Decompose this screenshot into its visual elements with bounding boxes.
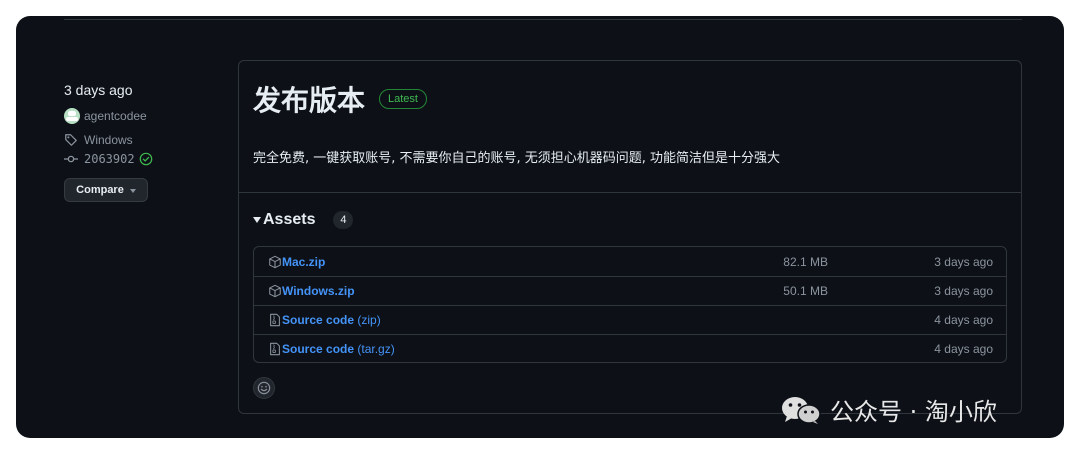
verified-check-icon: [139, 152, 152, 166]
asset-row[interactable]: Windows.zip 50.1 MB 3 days ago: [254, 276, 1006, 305]
package-icon: [269, 255, 281, 268]
wechat-watermark: 公众号 · 淘小欣: [780, 392, 997, 427]
asset-link[interactable]: Mac.zip: [282, 255, 325, 269]
asset-suffix[interactable]: (tar.gz): [354, 342, 394, 356]
asset-link[interactable]: Windows.zip: [282, 284, 355, 298]
assets-count-badge: 4: [333, 211, 354, 229]
asset-suffix[interactable]: (zip): [354, 313, 380, 327]
release-date: 3 days ago: [64, 82, 133, 98]
chevron-down-icon: [129, 188, 136, 193]
add-reaction-button[interactable]: [253, 377, 275, 399]
assets-toggle[interactable]: Assets 4: [253, 211, 354, 229]
asset-name[interactable]: Windows.zip: [282, 284, 355, 298]
asset-date: 3 days ago: [934, 254, 993, 269]
asset-link[interactable]: Source code (zip): [282, 313, 381, 327]
asset-size: 50.1 MB: [783, 284, 828, 298]
asset-row[interactable]: Mac.zip 82.1 MB 3 days ago: [254, 247, 1006, 276]
divider: [239, 192, 1021, 193]
asset-name[interactable]: Source code: [282, 342, 354, 356]
asset-link[interactable]: Source code (tar.gz): [282, 342, 395, 356]
release-title[interactable]: 发布版本: [253, 79, 365, 119]
avatar: [64, 108, 80, 124]
author-row[interactable]: agentcodee: [64, 108, 147, 124]
wechat-icon: [782, 396, 821, 424]
compare-button[interactable]: Compare: [64, 178, 148, 202]
triangle-down-icon: [253, 217, 261, 223]
package-icon: [269, 284, 281, 298]
commit-row[interactable]: 2063902: [64, 152, 153, 166]
asset-size: 82.1 MB: [783, 254, 828, 269]
latest-badge: Latest: [379, 89, 427, 109]
file-zip-icon: [270, 342, 280, 356]
assets-list: Mac.zip 82.1 MB 3 days ago Windows.zip 5…: [253, 246, 1007, 363]
commit-hash[interactable]: 2063902: [84, 152, 135, 166]
file-zip-icon: [270, 313, 280, 327]
asset-name[interactable]: Source code: [282, 313, 354, 327]
tag-name[interactable]: Windows: [84, 133, 133, 147]
compare-label: Compare: [76, 184, 124, 196]
asset-name[interactable]: Mac.zip: [282, 255, 325, 269]
asset-date: 4 days ago: [934, 313, 993, 327]
commit-icon: [64, 155, 78, 163]
asset-row[interactable]: Source code (tar.gz) 4 days ago: [254, 334, 1006, 363]
author-name[interactable]: agentcodee: [84, 109, 147, 123]
release-card: 发布版本 Latest 完全免费, 一键获取账号, 不需要你自己的账号, 无须担…: [238, 60, 1022, 414]
smiley-icon: [257, 381, 271, 395]
divider: [64, 19, 1022, 20]
asset-date: 4 days ago: [934, 342, 993, 356]
release-description: 完全免费, 一键获取账号, 不需要你自己的账号, 无须担心机器码问题, 功能简洁…: [253, 151, 781, 166]
asset-date: 3 days ago: [934, 284, 993, 298]
watermark-text: 公众号 · 淘小欣: [830, 398, 997, 426]
asset-row[interactable]: Source code (zip) 4 days ago: [254, 305, 1006, 334]
tag-row[interactable]: Windows: [64, 133, 133, 147]
tag-icon: [65, 134, 77, 146]
release-page: 3 days ago agentcodee Windows 2063902 Co…: [16, 16, 1064, 438]
assets-title: Assets: [263, 211, 316, 228]
